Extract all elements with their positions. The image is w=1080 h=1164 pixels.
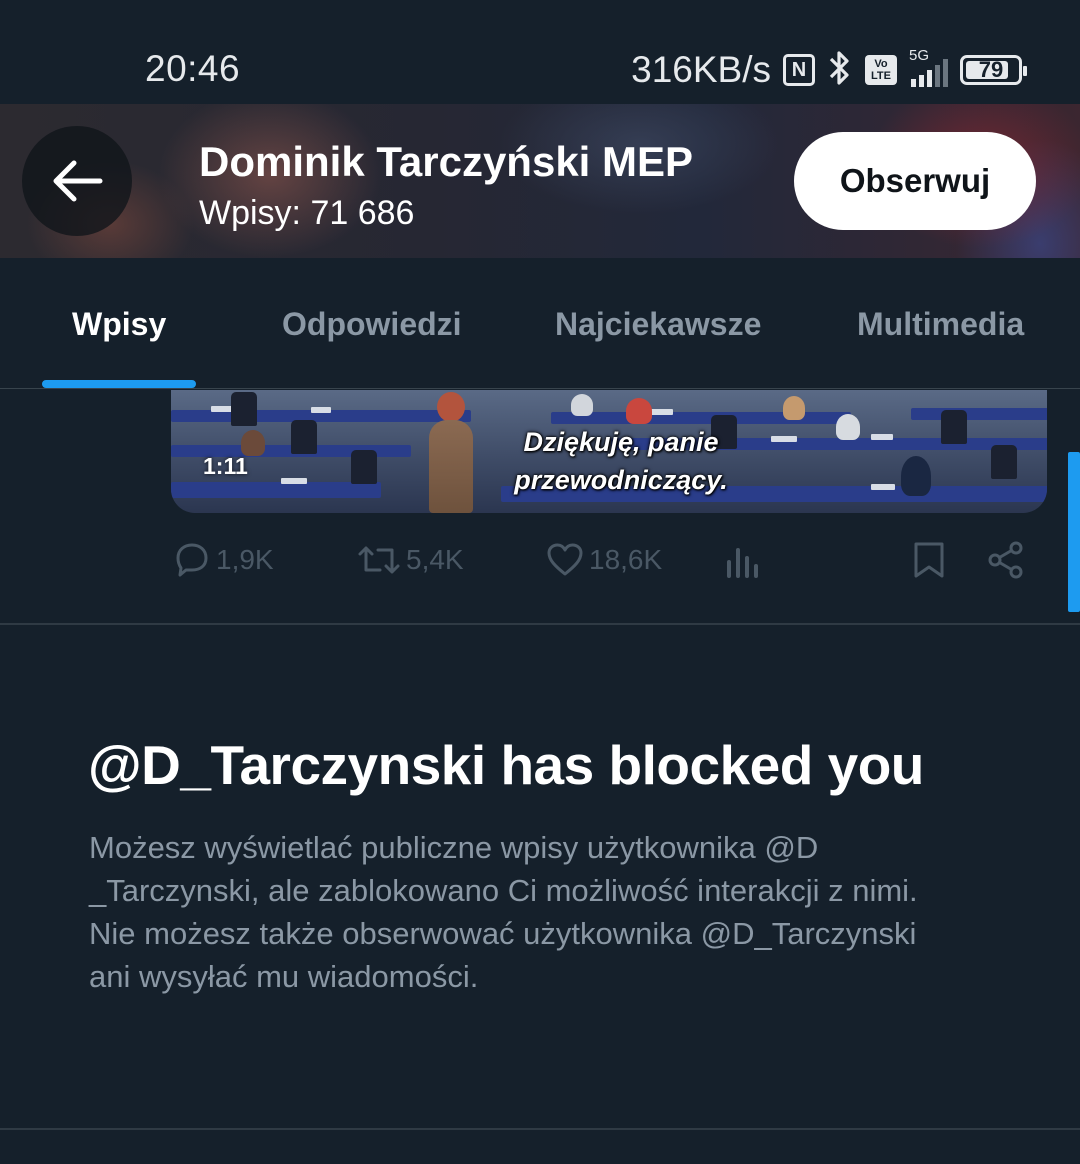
signal-icon: 5G (909, 47, 948, 87)
active-tab-indicator (42, 380, 196, 388)
retweet-icon (358, 546, 400, 574)
tab-posts[interactable]: Wpisy (72, 306, 166, 343)
blocked-description: Możesz wyświetlać publiczne wpisy użytko… (89, 826, 999, 998)
views-button[interactable] (724, 540, 762, 580)
video-subtitle-line2: przewodniczący. (514, 465, 728, 495)
profile-name: Dominik Tarczyński MEP (199, 138, 694, 185)
retweet-count: 5,4K (406, 544, 464, 575)
nfc-icon: N (783, 54, 815, 86)
network-speed: 316KB/s (631, 49, 771, 90)
reply-count: 1,9K (216, 544, 274, 575)
battery-level: 79 (978, 57, 1004, 82)
tweet-actions: 1,9K 5,4K 18,6K (0, 530, 1080, 600)
blocked-line-1: Możesz wyświetlać publiczne wpisy użytko… (89, 830, 819, 865)
post-count: Wpisy: 71 686 (199, 194, 415, 232)
share-icon (988, 541, 1023, 579)
tab-highlights[interactable]: Najciekawsze (555, 306, 761, 343)
reply-button[interactable]: 1,9K (172, 540, 274, 580)
bluetooth-icon (827, 50, 853, 91)
share-button[interactable] (986, 540, 1026, 580)
bookmark-button[interactable] (910, 540, 948, 580)
retweet-button[interactable]: 5,4K (356, 540, 464, 580)
back-button[interactable] (22, 126, 132, 236)
divider (0, 623, 1080, 625)
video-duration: 1:11 (203, 453, 248, 479)
volte-line2: LTE (871, 70, 891, 82)
arrow-left-icon (53, 160, 103, 202)
divider (0, 1128, 1080, 1130)
volte-line1: Vo (874, 58, 888, 70)
like-count: 18,6K (589, 544, 663, 575)
blocked-line-3: Nie możesz także obserwować użytkownika … (89, 916, 917, 951)
like-button[interactable]: 18,6K (545, 540, 662, 580)
video-thumbnail[interactable]: 1:11 Dziękuję, panie przewodniczący. (171, 390, 1047, 513)
battery-icon: 79 (960, 55, 1027, 85)
tab-media[interactable]: Multimedia (857, 306, 1024, 343)
blocked-title: @D_Tarczynski has blocked you (88, 734, 924, 796)
blocked-line-4: ani wysyłać mu wiadomości. (89, 959, 479, 994)
network-type: 5G (909, 47, 930, 64)
follow-button[interactable]: Obserwuj (794, 132, 1036, 230)
heart-icon (547, 543, 583, 576)
status-time: 20:46 (145, 48, 241, 89)
profile-header: Dominik Tarczyński MEP Wpisy: 71 686 Obs… (0, 104, 1080, 258)
status-bar: 20:46 316KB/s N Vo LTE 5G 79 (0, 0, 1080, 104)
bookmark-icon (914, 542, 944, 578)
bar-chart-icon (727, 548, 758, 578)
video-subtitle-line1: Dziękuję, panie (523, 427, 719, 457)
profile-tabs: Wpisy Odpowiedzi Najciekawsze Multimedia (0, 258, 1080, 389)
scrollbar[interactable] (1068, 452, 1080, 612)
tab-replies[interactable]: Odpowiedzi (282, 306, 462, 343)
volte-icon: Vo LTE (865, 55, 897, 85)
reply-icon (176, 543, 208, 577)
status-icons: 316KB/s N Vo LTE 5G 79 (631, 46, 1027, 94)
blocked-line-2: _Tarczynski, ale zablokowano Ci możliwoś… (89, 873, 918, 908)
